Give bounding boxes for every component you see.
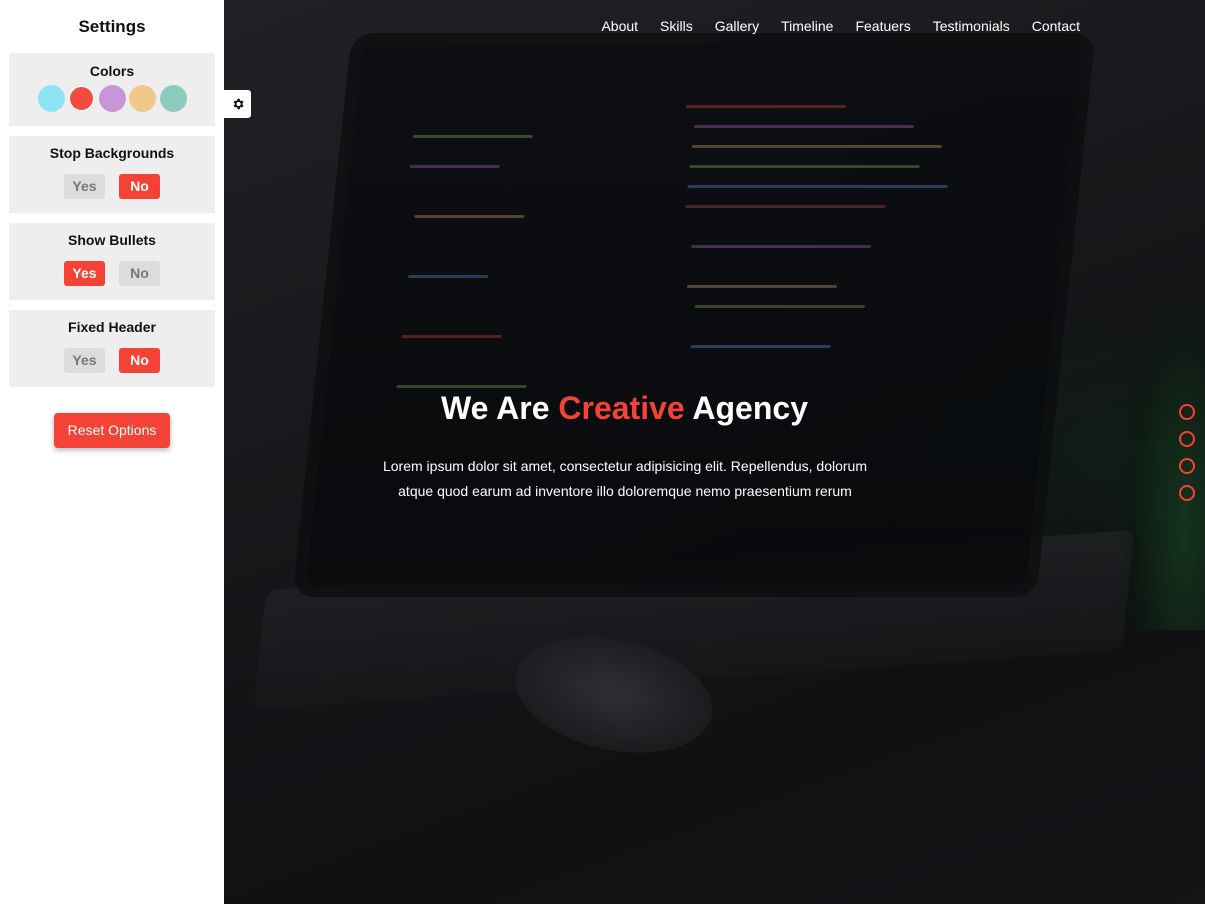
nav-bullet[interactable] — [1179, 458, 1195, 474]
color-swatches — [9, 85, 215, 112]
settings-title: Settings — [78, 17, 146, 36]
hero-title-accent: Creative — [558, 390, 685, 426]
nav-link-about[interactable]: About — [590, 18, 649, 35]
nav-link-skills[interactable]: Skills — [649, 18, 704, 35]
hero-section: About Skills Gallery Timeline Featuers T… — [224, 0, 1205, 904]
fixed-header-option: Fixed Header Yes No — [9, 310, 215, 387]
nav-bullet[interactable] — [1179, 431, 1195, 447]
hero-text: Lorem ipsum dolor sit amet, consectetur … — [382, 458, 867, 499]
nav-bullets — [1179, 404, 1195, 501]
stop-backgrounds-yes-button[interactable]: Yes — [64, 174, 105, 199]
color-swatch-red[interactable] — [68, 85, 95, 112]
color-swatch-teal[interactable] — [159, 85, 187, 112]
show-bullets-yes-button[interactable]: Yes — [64, 261, 105, 286]
settings-toggle-button[interactable] — [224, 90, 251, 118]
fixed-header-yes-button[interactable]: Yes — [64, 348, 105, 373]
main-nav: About Skills Gallery Timeline Featuers T… — [590, 18, 1091, 35]
show-bullets-label: Show Bullets — [68, 232, 156, 248]
show-bullets-no-button[interactable]: No — [119, 261, 160, 286]
colors-option: Colors — [9, 53, 215, 126]
fixed-header-label: Fixed Header — [68, 319, 156, 335]
hero-title-part2: Agency — [684, 390, 808, 426]
stop-backgrounds-option: Stop Backgrounds Yes No — [9, 136, 215, 213]
stop-backgrounds-no-button[interactable]: No — [119, 174, 160, 199]
show-bullets-option: Show Bullets Yes No — [9, 223, 215, 300]
hero-title-part1: We Are — [441, 390, 559, 426]
fixed-header-no-button[interactable]: No — [119, 348, 160, 373]
nav-bullet[interactable] — [1179, 404, 1195, 420]
settings-panel: Settings Colors Stop Backgrounds Yes No … — [0, 0, 224, 904]
reset-options-button[interactable]: Reset Options — [54, 413, 170, 448]
color-swatch-purple[interactable] — [98, 85, 126, 112]
nav-link-timeline[interactable]: Timeline — [770, 18, 844, 35]
gear-icon — [233, 98, 244, 110]
stop-backgrounds-label: Stop Backgrounds — [49, 145, 175, 161]
color-swatch-orange[interactable] — [129, 85, 156, 112]
hero-title: We Are Creative Agency — [224, 390, 1025, 427]
nav-link-contact[interactable]: Contact — [1021, 18, 1091, 35]
color-swatch-cyan[interactable] — [37, 85, 65, 112]
hero-overlay — [224, 0, 1205, 904]
nav-link-gallery[interactable]: Gallery — [704, 18, 770, 35]
nav-link-featuers[interactable]: Featuers — [844, 18, 921, 35]
colors-label: Colors — [89, 63, 135, 79]
nav-bullet[interactable] — [1179, 485, 1195, 501]
nav-link-testimonials[interactable]: Testimonials — [922, 18, 1021, 35]
